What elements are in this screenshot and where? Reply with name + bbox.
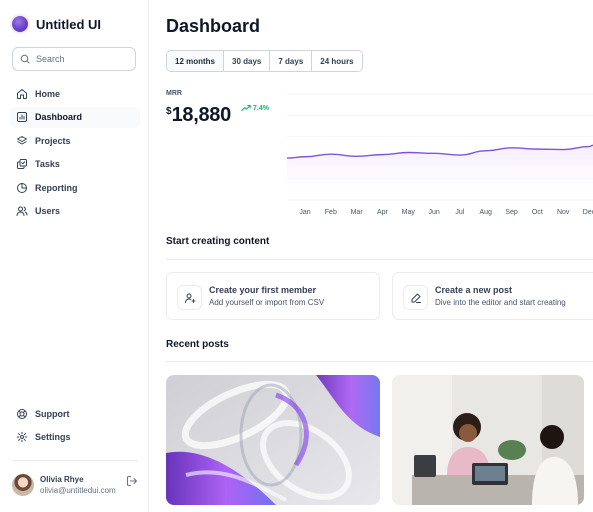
search-box[interactable]	[12, 47, 136, 71]
chart-tick-label: May	[402, 209, 416, 216]
user-plus-icon	[184, 293, 195, 303]
filter-24-hours[interactable]: 24 hours	[312, 51, 362, 71]
chart-tick-label: Apr	[377, 209, 389, 216]
filter-7-days[interactable]: 7 days	[270, 51, 313, 71]
sidebar-item-dashboard[interactable]: Dashboard	[10, 106, 140, 128]
users-icon	[16, 206, 28, 216]
post-thumbnail-office[interactable]	[392, 375, 584, 505]
chart-tick-label: Mar	[351, 209, 364, 216]
sidebar-item-home[interactable]: Home	[10, 83, 140, 104]
sidebar-item-support[interactable]: Support	[10, 403, 140, 424]
sidebar-item-label: Projects	[35, 135, 71, 146]
main-content: Dashboard 12 months 30 days 7 days 24 ho…	[149, 0, 593, 512]
sidebar-divider	[12, 460, 138, 461]
page-title: Dashboard	[166, 16, 261, 36]
office-photo-image	[392, 375, 584, 505]
mrr-label: MRR	[166, 90, 182, 97]
card-title: Create a new post	[435, 285, 513, 295]
life-buoy-icon	[17, 408, 27, 419]
sidebar-item-label: Support	[35, 408, 70, 419]
user-name: Olivia Rhye	[40, 475, 84, 484]
home-icon	[17, 88, 27, 99]
chart-tick-label: Jul	[455, 209, 464, 216]
chart-tick-label: Jun	[428, 209, 439, 216]
mrr-amount: 18,880	[171, 104, 232, 126]
trend-up-icon	[241, 104, 251, 112]
abstract-glass-image	[166, 375, 380, 505]
section-divider	[166, 361, 593, 362]
sidebar-item-tasks[interactable]: Tasks	[10, 154, 140, 175]
app-name: Untitled UI	[36, 16, 101, 32]
check-squares-icon	[17, 159, 27, 169]
search-icon	[20, 54, 30, 64]
section-divider	[166, 259, 593, 260]
sidebar-item-label: Users	[35, 206, 61, 216]
logout-icon[interactable]	[126, 475, 138, 487]
avatar[interactable]	[12, 474, 34, 496]
brand[interactable]: Untitled UI	[12, 16, 101, 32]
logo-icon	[12, 16, 28, 32]
mrr-change-badge: 7.4%	[241, 104, 269, 112]
chart-tick-label: Jan	[299, 209, 310, 216]
sidebar-item-projects[interactable]: Projects	[10, 130, 140, 151]
sidebar-item-label: Settings	[35, 432, 71, 442]
card-icon-box	[403, 285, 428, 310]
card-create-post[interactable]: Create a new post Dive into the editor a…	[392, 272, 593, 320]
chart-tick-label: Oct	[532, 209, 543, 216]
user-profile[interactable]: Olivia Rhye olivia@untitledui.com	[12, 472, 138, 500]
sidebar-item-users[interactable]: Users	[10, 201, 140, 222]
card-description: Add yourself or import from CSV	[209, 298, 325, 307]
time-range-filter: 12 months 30 days 7 days 24 hours	[166, 50, 363, 72]
filter-12-months[interactable]: 12 months	[167, 51, 225, 71]
sidebar-nav: Home Dashboard Projects Tasks Reporting …	[10, 83, 140, 224]
sidebar-item-label: Dashboard	[35, 112, 83, 122]
bar-chart-icon	[17, 112, 27, 122]
pen-icon	[411, 293, 421, 303]
mrr-change-value: 7.4%	[253, 104, 269, 112]
section-title-content: Start creating content	[166, 236, 270, 247]
chart-tick-label: Sep	[505, 209, 518, 216]
sidebar-footer-nav: Support Settings	[10, 403, 140, 450]
search-input[interactable]	[36, 54, 126, 64]
card-title: Create your first member	[209, 285, 317, 295]
sidebar: Untitled UI Home Dashboard Projects Task…	[0, 0, 149, 512]
filter-30-days[interactable]: 30 days	[224, 51, 271, 71]
sidebar-item-label: Reporting	[35, 182, 78, 193]
chart-tick-label: Aug	[479, 209, 492, 216]
sidebar-item-label: Tasks	[35, 159, 60, 169]
mrr-chart: Jan Feb Mar Apr May Jun Jul Aug Sep Oct Nov Dec	[287, 93, 593, 216]
sidebar-item-reporting[interactable]: Reporting	[10, 177, 140, 198]
sidebar-item-settings[interactable]: Settings	[10, 427, 140, 448]
post-thumbnail-abstract[interactable]	[166, 375, 380, 505]
chart-tick-label: Feb	[325, 209, 337, 216]
user-email: olivia@untitledui.com	[40, 486, 116, 495]
pie-chart-icon	[17, 182, 27, 193]
mrr-value: $ 18,880	[166, 104, 231, 127]
card-description: Dive into the editor and start creating	[435, 298, 566, 307]
gear-icon	[16, 431, 28, 443]
chart-tick-label: Nov	[557, 209, 570, 216]
section-title-posts: Recent posts	[166, 339, 229, 350]
sidebar-item-label: Home	[35, 88, 61, 99]
card-create-member[interactable]: Create your first member Add yourself or…	[166, 272, 380, 320]
card-icon-box	[177, 285, 202, 310]
layers-icon	[17, 135, 27, 144]
chart-tick-label: Dec	[583, 209, 593, 216]
